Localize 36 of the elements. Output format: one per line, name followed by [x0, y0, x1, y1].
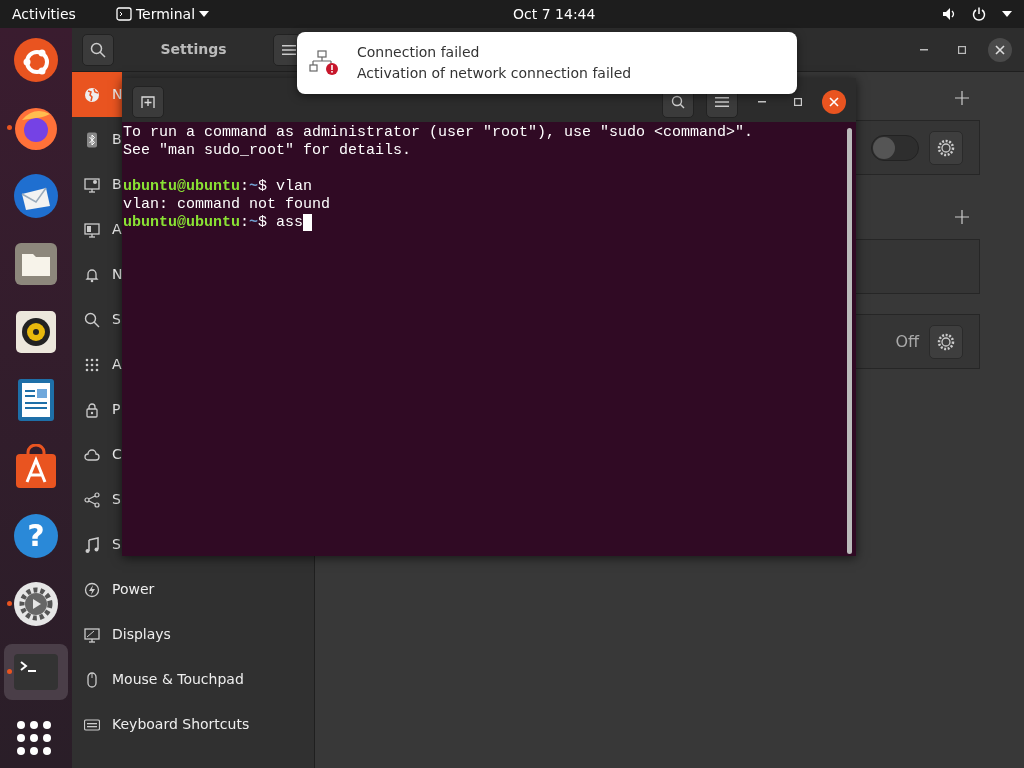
prompt-separator: : [240, 214, 250, 231]
sidebar-item[interactable]: Mouse & Touchpad [72, 657, 314, 702]
app-menu[interactable]: Terminal [115, 3, 210, 25]
terminal-output: To run a command as administrator (user "root"), use "sudo <command>". [123, 124, 754, 141]
terminal-output: vlan: command not found [123, 196, 331, 213]
sidebar-item[interactable]: N [72, 252, 122, 297]
prompt-host: ubuntu@ubuntu [123, 178, 241, 195]
prompt-host: ubuntu@ubuntu [123, 214, 241, 231]
command-text: ass [276, 214, 304, 231]
terminal-output: See "man sudo_root" for details. [123, 142, 412, 159]
status-label: Off [895, 330, 919, 353]
sidebar-item[interactable]: S [72, 477, 122, 522]
sidebar-item[interactable]: Power [72, 567, 314, 612]
sidebar-item[interactable]: S [72, 297, 122, 342]
sidebar-item[interactable]: A [72, 342, 122, 387]
notification-title: Connection failed [357, 43, 481, 62]
sidebar-item[interactable]: B [72, 117, 122, 162]
clock[interactable]: Oct 7 14:44 [513, 3, 596, 25]
sidebar-item[interactable]: Keyboard Shortcuts [72, 702, 314, 747]
command-text: vlan [276, 178, 313, 195]
activities-button[interactable]: Activities [12, 3, 76, 25]
prompt-symbol: $ [258, 214, 268, 231]
notification-body: Activation of network connection failed [357, 64, 632, 83]
sidebar-item[interactable]: B [72, 162, 122, 207]
prompt-separator: : [240, 178, 250, 195]
window-title: Settings [159, 40, 228, 59]
sidebar-item[interactable]: A [72, 207, 122, 252]
prompt-path: ~ [249, 178, 259, 195]
dock-item[interactable]: ? [4, 508, 68, 564]
sidebar-item[interactable]: S [72, 522, 122, 567]
prompt-symbol: $ [258, 178, 268, 195]
sidebar-item[interactable]: Displays [72, 612, 314, 657]
sidebar-item[interactable]: P [72, 387, 122, 432]
question-mark: ? [27, 521, 45, 551]
prompt-path: ~ [249, 214, 259, 231]
sidebar-item[interactable]: C [72, 432, 122, 477]
